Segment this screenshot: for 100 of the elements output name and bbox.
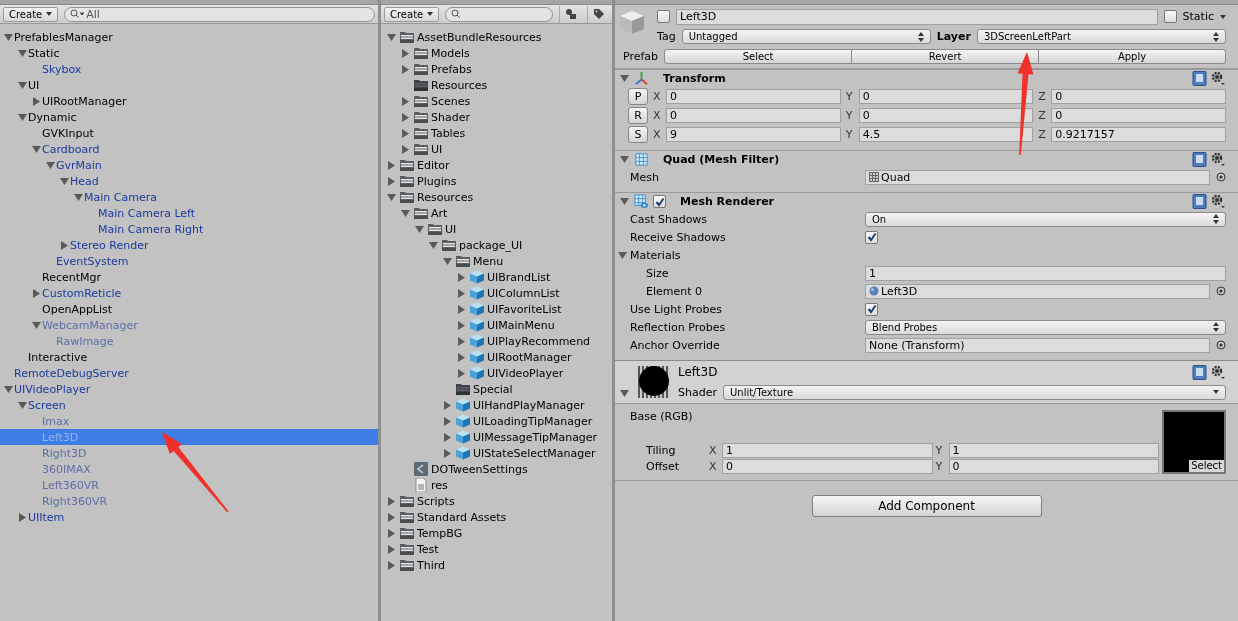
project-item[interactable]: Scenes xyxy=(381,93,612,109)
project-item[interactable]: Test xyxy=(381,541,612,557)
hierarchy-item[interactable]: GvrMain xyxy=(0,157,378,173)
project-item[interactable]: Models xyxy=(381,45,612,61)
project-item[interactable]: Plugins xyxy=(381,173,612,189)
hierarchy-item[interactable]: UIItem xyxy=(0,509,378,525)
hierarchy-item[interactable]: UIRootManager xyxy=(0,93,378,109)
collapsed-triangle-icon[interactable] xyxy=(401,48,410,58)
collapsed-triangle-icon[interactable] xyxy=(387,560,396,570)
name-field[interactable]: Left3D xyxy=(676,8,1158,25)
expanded-triangle-icon[interactable] xyxy=(4,32,13,42)
hierarchy-item[interactable]: Main Camera xyxy=(0,189,378,205)
hierarchy-item[interactable]: Skybox xyxy=(0,61,378,77)
number-field[interactable]: 0 xyxy=(1051,108,1226,123)
number-field[interactable]: 4.5 xyxy=(858,127,1034,142)
collapsed-triangle-icon[interactable] xyxy=(457,352,466,362)
search-field[interactable] xyxy=(445,6,553,22)
project-item[interactable]: UIPlayRecommend xyxy=(381,333,612,349)
project-item[interactable]: AssetBundleResources xyxy=(381,29,612,45)
reset-button[interactable]: S xyxy=(628,126,648,143)
object-field[interactable]: None (Transform) xyxy=(865,337,1210,353)
project-item[interactable]: UIColumnList xyxy=(381,285,612,301)
checkbox[interactable] xyxy=(865,302,878,316)
collapsed-triangle-icon[interactable] xyxy=(443,448,452,458)
hierarchy-item[interactable]: UIVideoPlayer xyxy=(0,381,378,397)
shader-dropdown[interactable]: Unlit/Texture xyxy=(722,384,1226,400)
number-field[interactable]: 0 xyxy=(722,458,933,474)
layer-dropdown[interactable]: 3DScreenLeftPart xyxy=(976,29,1226,44)
project-item[interactable]: UIRootManager xyxy=(381,349,612,365)
expanded-triangle-icon[interactable] xyxy=(18,80,27,90)
project-item[interactable]: Scripts xyxy=(381,493,612,509)
project-item[interactable]: Special xyxy=(381,381,612,397)
collapsed-triangle-icon[interactable] xyxy=(387,160,396,170)
expanded-triangle-icon[interactable] xyxy=(46,160,55,170)
object-picker-icon[interactable] xyxy=(1216,172,1226,182)
hierarchy-item[interactable]: Head xyxy=(0,173,378,189)
expanded-triangle-icon[interactable] xyxy=(387,32,396,42)
component-header[interactable]: Quad (Mesh Filter) xyxy=(615,150,1238,168)
gear-icon[interactable] xyxy=(1211,194,1226,209)
search-input[interactable]: All xyxy=(86,7,369,21)
number-field[interactable]: 0 xyxy=(858,108,1034,123)
number-field[interactable]: 0 xyxy=(858,89,1034,104)
expanded-triangle-icon[interactable] xyxy=(415,224,424,234)
hierarchy-item[interactable]: Interactive xyxy=(0,349,378,365)
number-field[interactable]: 0 xyxy=(1051,89,1226,104)
texture-slot[interactable]: Select xyxy=(1162,410,1226,474)
collapsed-triangle-icon[interactable] xyxy=(60,240,69,250)
hierarchy-item[interactable]: Stereo Render xyxy=(0,237,378,253)
hierarchy-item[interactable]: CustomReticle xyxy=(0,285,378,301)
hierarchy-item[interactable]: Screen xyxy=(0,397,378,413)
project-item[interactable]: Menu xyxy=(381,253,612,269)
object-picker-icon[interactable] xyxy=(1216,286,1226,296)
collapsed-triangle-icon[interactable] xyxy=(443,432,452,442)
expanded-triangle-icon[interactable] xyxy=(18,112,27,122)
project-item[interactable]: DOTweenSettings xyxy=(381,461,612,477)
hierarchy-item[interactable]: Main Camera Right xyxy=(0,221,378,237)
hierarchy-item[interactable]: PrefablesManager xyxy=(0,29,378,45)
hierarchy-item[interactable]: Dynamic xyxy=(0,109,378,125)
hierarchy-item[interactable]: RemoteDebugServer xyxy=(0,365,378,381)
expanded-triangle-icon[interactable] xyxy=(620,155,629,164)
expanded-triangle-icon[interactable] xyxy=(4,384,13,394)
enabled-checkbox[interactable] xyxy=(653,195,666,208)
collapsed-triangle-icon[interactable] xyxy=(32,288,41,298)
expanded-triangle-icon[interactable] xyxy=(387,192,396,202)
project-item[interactable]: package_UI xyxy=(381,237,612,253)
collapsed-triangle-icon[interactable] xyxy=(457,272,466,282)
create-button[interactable]: Create xyxy=(384,6,440,22)
project-item[interactable]: Prefabs xyxy=(381,61,612,77)
collapsed-triangle-icon[interactable] xyxy=(443,400,452,410)
project-item[interactable]: Editor xyxy=(381,157,612,173)
project-item[interactable]: res xyxy=(381,477,612,493)
hierarchy-item[interactable]: UI xyxy=(0,77,378,93)
collapsed-triangle-icon[interactable] xyxy=(457,288,466,298)
project-item[interactable]: UIMainMenu xyxy=(381,317,612,333)
collapsed-triangle-icon[interactable] xyxy=(457,368,466,378)
collapsed-triangle-icon[interactable] xyxy=(457,336,466,346)
expanded-triangle-icon[interactable] xyxy=(401,208,410,218)
collapsed-triangle-icon[interactable] xyxy=(401,64,410,74)
expanded-triangle-icon[interactable] xyxy=(620,197,629,206)
hierarchy-item[interactable]: Static xyxy=(0,45,378,61)
static-checkbox[interactable] xyxy=(1163,10,1177,23)
prefab-button[interactable]: Revert xyxy=(852,49,1040,64)
expanded-triangle-icon[interactable] xyxy=(18,400,27,410)
dropdown[interactable]: Blend Probes xyxy=(865,319,1226,335)
expanded-triangle-icon[interactable] xyxy=(620,389,629,398)
active-checkbox[interactable] xyxy=(657,10,670,23)
component-header[interactable]: Mesh Renderer xyxy=(615,192,1238,210)
collapsed-triangle-icon[interactable] xyxy=(387,512,396,522)
gear-icon[interactable] xyxy=(1211,364,1226,380)
expanded-triangle-icon[interactable] xyxy=(618,250,627,260)
search-field[interactable]: All xyxy=(64,6,375,22)
help-book-icon[interactable] xyxy=(1192,194,1207,209)
expanded-triangle-icon[interactable] xyxy=(18,48,27,58)
object-field[interactable]: Left3D xyxy=(865,283,1210,299)
number-field[interactable]: 1 xyxy=(722,442,933,458)
help-book-icon[interactable] xyxy=(1192,71,1207,86)
number-field[interactable]: 9 xyxy=(666,127,841,142)
expanded-triangle-icon[interactable] xyxy=(443,256,452,266)
number-field[interactable]: 0.9217157 xyxy=(1051,127,1226,142)
dropdown[interactable]: On xyxy=(865,211,1226,227)
